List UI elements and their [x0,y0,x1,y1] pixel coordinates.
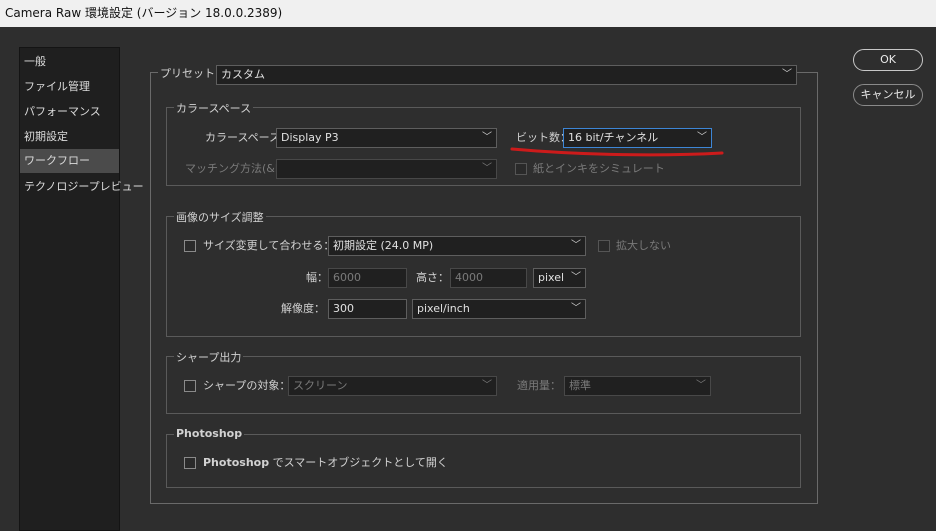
open-as-smart-object-checkbox[interactable] [184,457,196,469]
sidebar: 一般 ファイル管理 パフォーマンス 初期設定 ワークフロー テクノロジープレビュ… [19,47,144,531]
preset-select[interactable]: カスタム ﹀ [216,65,797,85]
window-title: Camera Raw 環境設定 (バージョン 18.0.0.2389) [5,6,283,20]
resize-to-fit-label: サイズ変更して合わせる： [203,239,335,252]
resize-to-fit-select[interactable]: 初期設定 (24.0 MP) ﹀ [328,236,586,256]
photoshop-app-name: Photoshop [203,456,270,469]
chevron-down-icon: ﹀ [482,380,492,391]
color-space-value: Display P3 [281,131,339,144]
chevron-down-icon: ﹀ [571,272,581,283]
chevron-down-icon: ﹀ [571,240,581,251]
cancel-button[interactable]: キャンセル [853,84,923,106]
sharpen-amount-label: 適用量： [517,379,561,392]
resolution-input[interactable]: 300 [328,299,407,319]
sidebar-item-performance[interactable]: パフォーマンス [20,100,119,124]
resize-to-fit-checkbox[interactable] [184,240,196,252]
ok-button[interactable]: OK [853,49,923,71]
width-input[interactable]: 6000 [328,268,407,288]
simulate-paper-ink-label: 紙とインキをシミュレート [533,162,665,175]
height-input[interactable]: 4000 [450,268,527,288]
dont-enlarge-checkbox[interactable] [598,240,610,252]
preset-value: カスタム [221,68,265,81]
sharpen-for-label: シャープの対象： [203,379,291,392]
color-space-select[interactable]: Display P3 ﹀ [276,128,497,148]
sidebar-item-defaults[interactable]: 初期設定 [20,125,119,149]
sidebar-item-general[interactable]: 一般 [20,50,119,74]
height-label: 高さ： [416,271,449,284]
resolution-unit-select[interactable]: pixel/inch ﹀ [412,299,586,319]
open-as-smart-object-label: Photoshop でスマートオブジェクトとして開く [203,453,448,473]
sidebar-item-workflow[interactable]: ワークフロー [20,149,119,173]
open-as-smart-object-text: でスマートオブジェクトとして開く [269,456,448,469]
size-unit-select[interactable]: pixel ﹀ [533,268,586,288]
chevron-down-icon: ﹀ [782,69,792,80]
dont-enlarge-label: 拡大しない [616,239,671,252]
size-unit-value: pixel [538,271,565,284]
resolution-label: 解像度： [281,302,325,315]
chevron-down-icon: ﹀ [696,380,706,391]
sidebar-item-file-handling[interactable]: ファイル管理 [20,75,119,99]
sharpen-for-select[interactable]: スクリーン ﹀ [288,376,497,396]
sharpen-for-value: スクリーン [293,379,348,392]
window-title-bar: Camera Raw 環境設定 (バージョン 18.0.0.2389) [0,0,936,27]
sharpen-amount-value: 標準 [569,379,591,392]
image-sizing-group-label: 画像のサイズ調整 [174,209,266,225]
chevron-down-icon: ﹀ [482,132,492,143]
resize-to-fit-value: 初期設定 (24.0 MP) [333,239,434,252]
sidebar-item-technology-preview[interactable]: テクノロジープレビュー [20,175,144,199]
width-label: 幅： [306,271,328,284]
chevron-down-icon: ﹀ [571,303,581,314]
matching-method-select[interactable]: ﹀ [276,159,497,179]
chevron-down-icon: ﹀ [482,163,492,174]
output-sharpening-group-label: シャープ出力 [174,349,244,365]
photoshop-group-label: Photoshop [174,427,245,440]
sharpen-amount-select[interactable]: 標準 ﹀ [564,376,711,396]
resolution-unit-value: pixel/inch [417,302,470,315]
sharpen-for-checkbox[interactable] [184,380,196,392]
bit-depth-value: 16 bit/チャンネル [568,131,659,144]
color-space-group-label: カラースペース [174,100,254,116]
simulate-paper-ink-checkbox[interactable] [515,163,527,175]
